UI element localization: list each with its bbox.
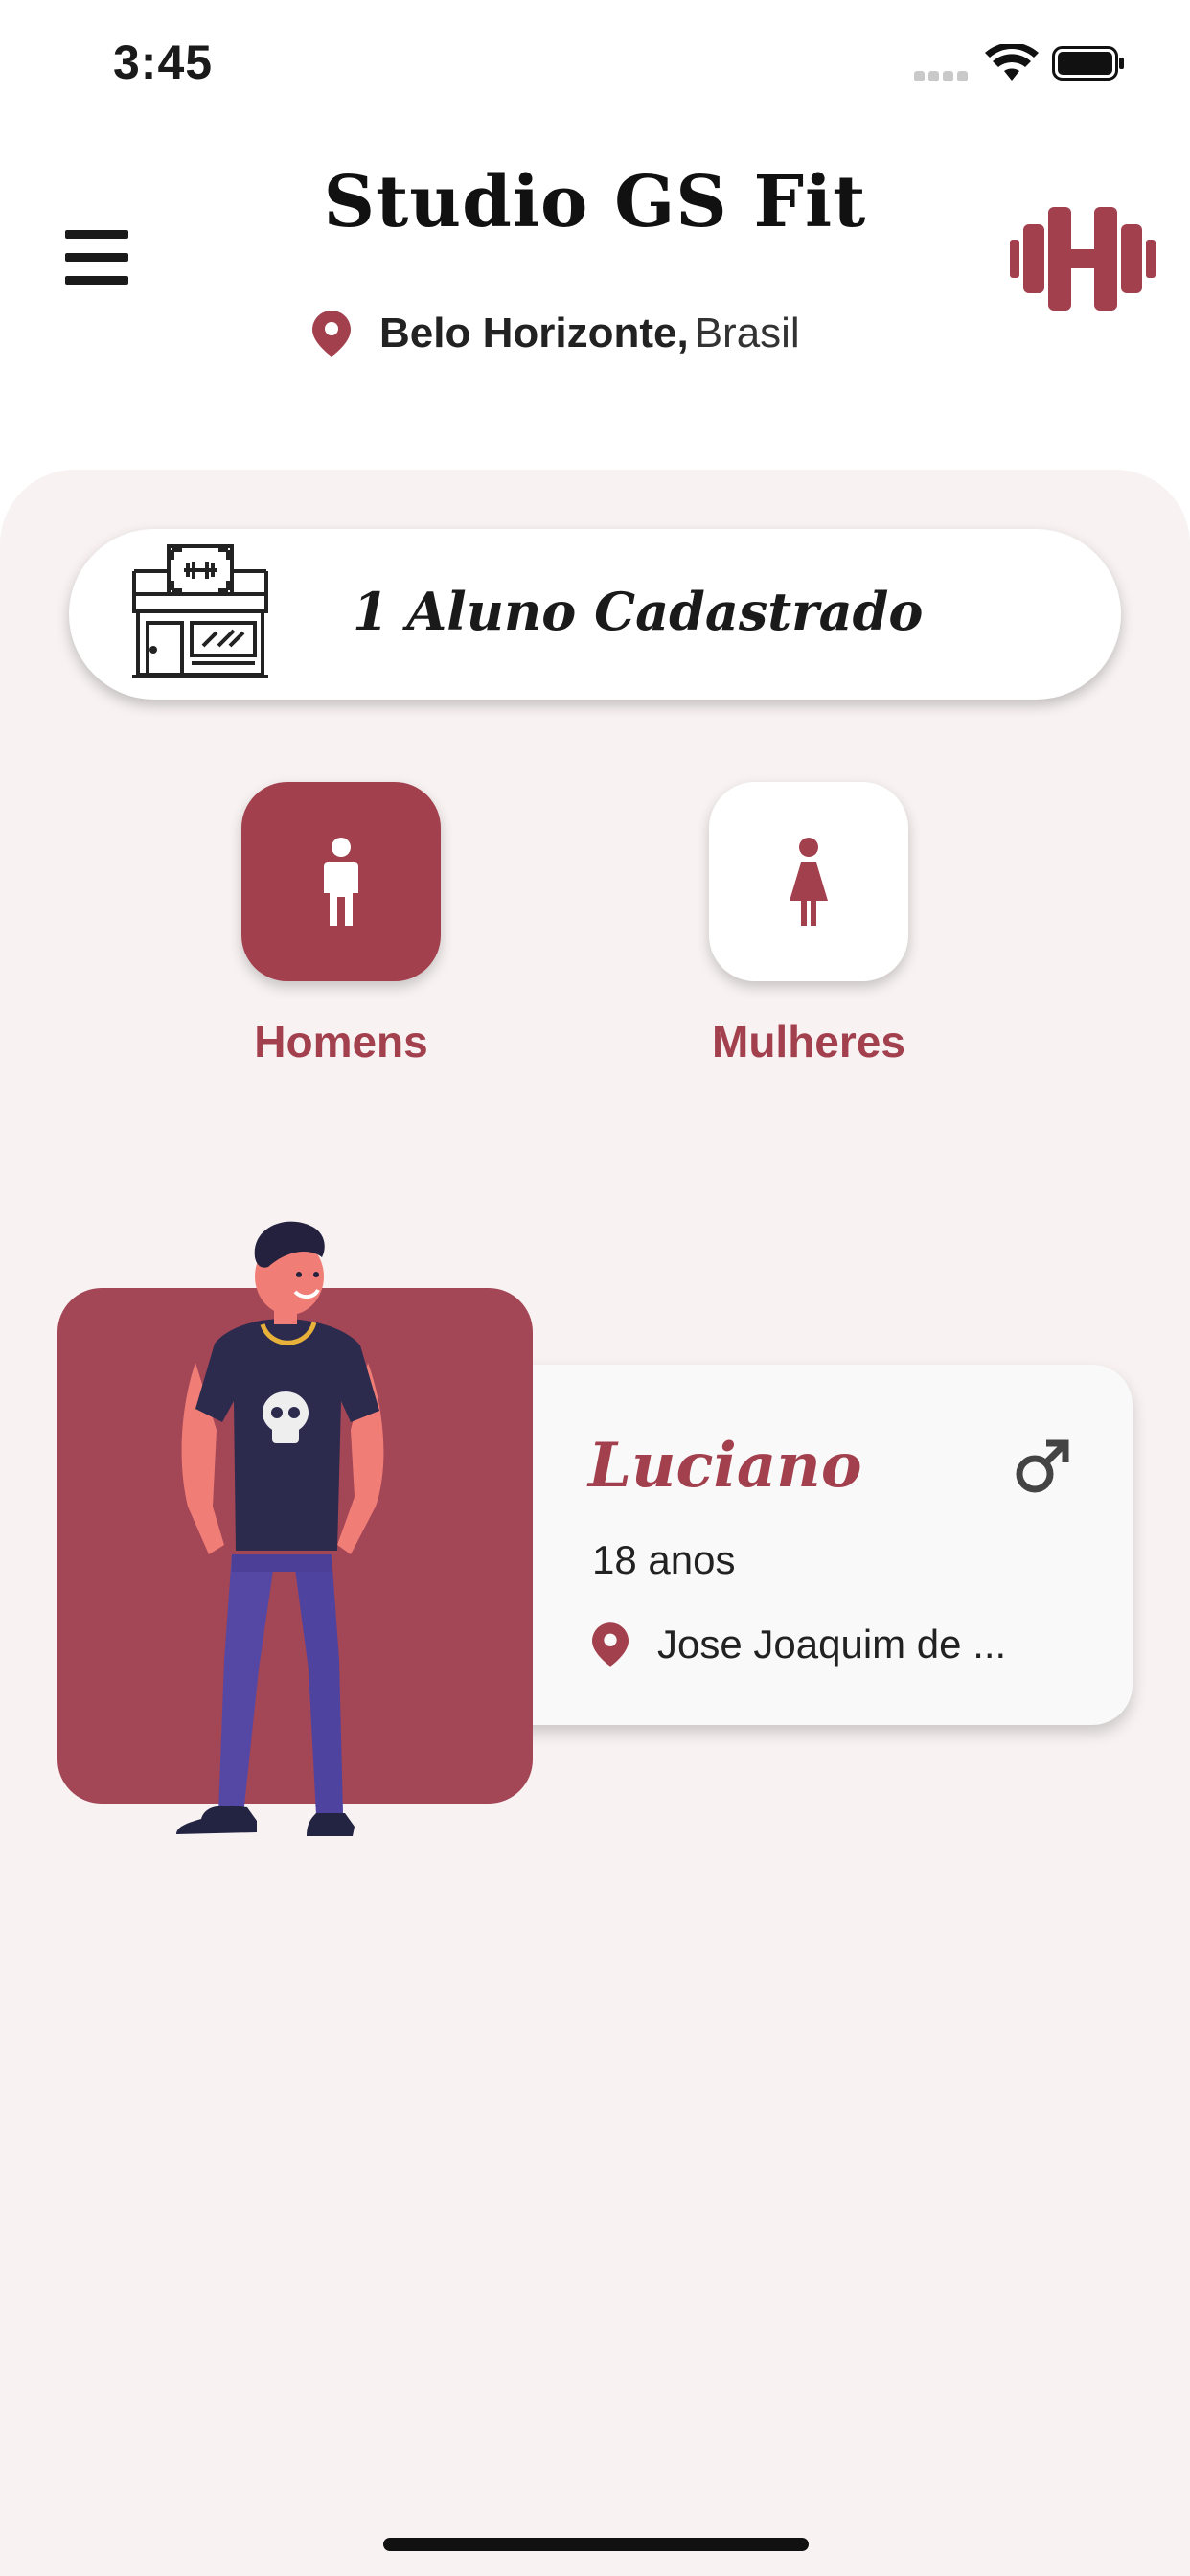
female-person-icon xyxy=(790,838,828,926)
men-filter-button[interactable] xyxy=(241,782,441,981)
student-count-card: 1 Aluno Cadastrado xyxy=(69,529,1121,700)
signal-icon xyxy=(914,69,972,81)
home-indicator[interactable] xyxy=(383,2538,809,2551)
gym-store-icon xyxy=(132,544,268,678)
location-pin-icon xyxy=(592,1622,629,1667)
location-country: Brasil xyxy=(694,310,800,356)
battery-icon xyxy=(1052,46,1124,80)
male-icon xyxy=(1016,1439,1069,1493)
student-age: 18 anos xyxy=(592,1537,736,1582)
location-city: Belo Horizonte, xyxy=(379,310,689,356)
men-filter-label[interactable]: Homens xyxy=(197,1016,485,1068)
student-address: Jose Joaquim de ... xyxy=(592,1618,1006,1671)
student-count: 1 Aluno Cadastrado xyxy=(353,581,924,642)
male-person-icon xyxy=(324,838,358,926)
location: Belo Horizonte, Brasil xyxy=(312,305,800,362)
women-filter-button[interactable] xyxy=(709,782,908,981)
student-name: Luciano xyxy=(588,1430,862,1502)
wifi-icon xyxy=(985,44,1039,80)
student-address-text: Jose Joaquim de ... xyxy=(657,1622,1007,1667)
status-time: 3:45 xyxy=(113,35,214,89)
location-pin-icon xyxy=(312,310,351,356)
women-filter-label[interactable]: Mulheres xyxy=(665,1016,952,1068)
student-avatar-illustration xyxy=(176,1221,384,1836)
dumbbell-icon[interactable] xyxy=(1010,207,1156,310)
